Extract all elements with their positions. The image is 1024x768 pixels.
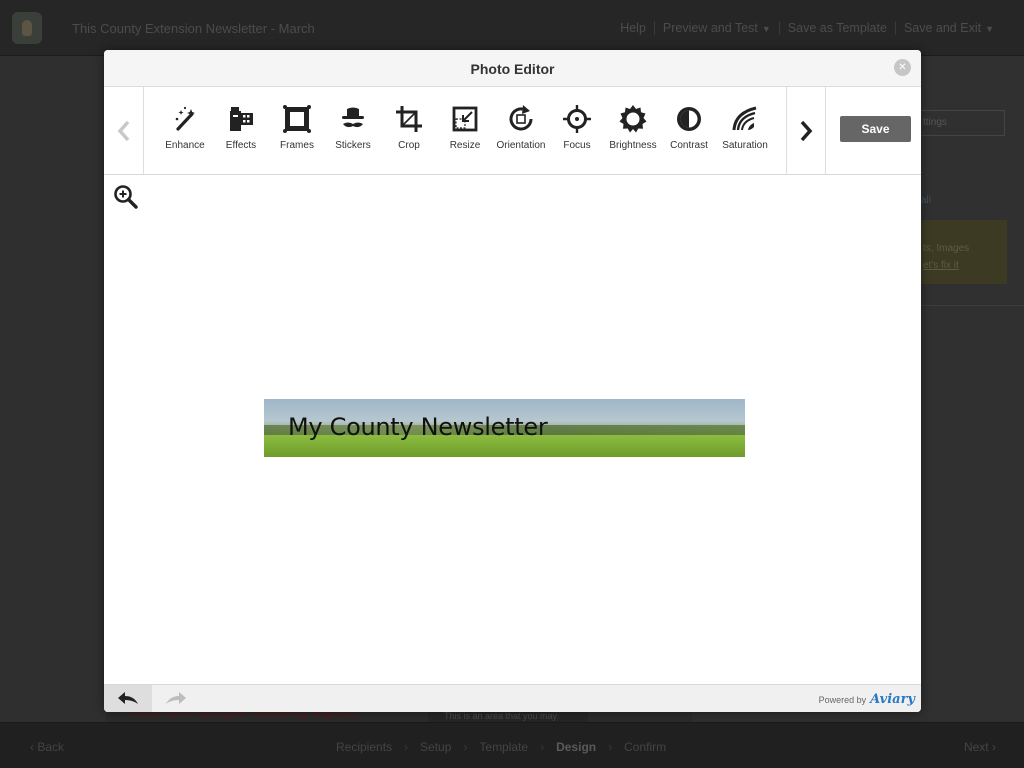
redo-icon	[166, 692, 186, 704]
save-exit-label: Save and Exit	[903, 21, 982, 35]
chevron-right-icon: ›	[463, 740, 468, 754]
settings-field[interactable]: ttings	[921, 110, 1005, 136]
app-logo[interactable]	[12, 12, 42, 44]
newsletter-banner-image: My County Newsletter	[264, 399, 745, 457]
preview-and-test-menu[interactable]: Preview and Test ▼	[653, 21, 779, 35]
modal-title: Photo Editor	[470, 61, 555, 77]
tool-label: Focus	[563, 140, 591, 151]
tool-crop[interactable]: Crop	[381, 103, 437, 159]
tool-list: Enhance Effects Frames Stickers Crop Res…	[157, 103, 779, 159]
tool-resize[interactable]: Resize	[437, 103, 493, 159]
tool-label: Resize	[449, 140, 481, 151]
wizard-bottom-bar: ‹ Back Recipients › Setup › Template › Desi…	[0, 722, 1024, 768]
tool-brightness[interactable]: Brightness	[605, 103, 661, 159]
tool-label: Enhance	[165, 140, 205, 151]
warning-box: ts, Images et's fix it	[921, 220, 1007, 284]
tool-saturation[interactable]: Saturation	[717, 103, 773, 159]
modal-footer: Powered by Aviary	[104, 684, 921, 712]
fix-it-link[interactable]: et's fix it	[923, 257, 1005, 274]
step-template[interactable]: Template	[479, 740, 528, 754]
tool-label: Stickers	[335, 140, 371, 151]
chevron-left-icon	[117, 120, 129, 141]
close-icon: ✕	[898, 62, 907, 73]
toolbar-prev-button[interactable]	[104, 87, 144, 174]
help-link[interactable]: Help	[612, 21, 654, 35]
rotate-icon	[509, 105, 533, 131]
app-topbar: This County Extension Newsletter - March…	[0, 0, 1024, 56]
powered-by: Powered by Aviary	[819, 692, 915, 707]
aviary-logo[interactable]: Aviary	[870, 692, 915, 707]
tool-focus[interactable]: Focus	[549, 103, 605, 159]
chevron-down-icon: ▼	[985, 24, 994, 34]
crop-icon	[396, 106, 422, 132]
brightness-icon	[619, 105, 647, 133]
chevron-right-icon: ›	[540, 740, 545, 754]
magic-wand-icon	[175, 106, 195, 131]
tool-label: Crop	[398, 140, 420, 151]
tool-label: Saturation	[722, 140, 768, 151]
tool-frames[interactable]: Frames	[269, 103, 325, 159]
next-label: Next	[963, 740, 989, 754]
focus-icon	[563, 105, 591, 133]
back-label: Back	[37, 740, 65, 754]
toolbar-next-button[interactable]	[786, 87, 826, 174]
editor-toolbar: Enhance Effects Frames Stickers Crop Res…	[104, 87, 921, 175]
zoom-in-button[interactable]	[112, 183, 140, 211]
frame-icon	[283, 105, 311, 133]
step-setup[interactable]: Setup	[420, 740, 451, 754]
powered-by-label: Powered by	[818, 695, 867, 705]
undo-button[interactable]	[104, 685, 152, 712]
right-settings-panel	[921, 56, 1024, 720]
tool-label: Contrast	[670, 140, 708, 151]
photo-editor-modal: Photo Editor ✕ Enhance Effects Frames St…	[104, 50, 921, 712]
sticker-icon	[342, 107, 364, 128]
saturation-icon	[732, 106, 757, 131]
step-confirm[interactable]: Confirm	[624, 740, 666, 754]
zoom-in-icon	[114, 185, 138, 209]
save-as-template-link[interactable]: Save as Template	[778, 21, 895, 35]
image-canvas[interactable]: My County Newsletter	[104, 175, 921, 684]
help-label: Help	[620, 21, 646, 35]
warning-text: ts, Images	[923, 243, 970, 254]
step-recipients[interactable]: Recipients	[336, 740, 392, 754]
tool-contrast[interactable]: Contrast	[661, 103, 717, 159]
chevron-right-icon: ›	[404, 740, 409, 754]
tool-label: Effects	[225, 140, 257, 151]
modal-header: Photo Editor ✕	[104, 50, 921, 87]
step-design[interactable]: Design	[556, 740, 596, 754]
undo-icon	[118, 692, 138, 704]
save-template-label: Save as Template	[787, 21, 887, 35]
chevron-right-icon	[800, 120, 813, 141]
save-and-exit-menu[interactable]: Save and Exit ▼	[894, 21, 1002, 35]
tool-label: Frames	[280, 140, 314, 151]
chevron-right-icon: ›	[608, 740, 613, 754]
wizard-steps: Recipients › Setup › Template › Design › Con…	[336, 740, 666, 754]
preview-label: Preview and Test	[662, 21, 758, 35]
settings-field-text: ttings	[923, 117, 947, 128]
document-title: This County Extension Newsletter - March	[72, 21, 315, 36]
resize-icon	[452, 106, 478, 132]
save-button[interactable]: Save	[840, 116, 911, 142]
tool-label: Brightness	[609, 140, 657, 151]
divider	[921, 305, 1024, 306]
top-nav: Help Preview and Test ▼ Save as Template …	[612, 21, 1002, 35]
close-button[interactable]: ✕	[894, 59, 911, 76]
tool-enhance[interactable]: Enhance	[157, 103, 213, 159]
tool-orientation[interactable]: Orientation	[493, 103, 549, 159]
chevron-down-icon: ▼	[761, 24, 771, 34]
film-icon	[230, 107, 253, 131]
contrast-icon	[677, 107, 701, 131]
tool-stickers[interactable]: Stickers	[325, 103, 381, 159]
redo-button[interactable]	[152, 685, 200, 712]
back-button[interactable]: ‹ Back	[30, 740, 64, 754]
next-button[interactable]: Next ›	[964, 740, 996, 754]
side-link[interactable]: all	[921, 195, 931, 206]
tool-effects[interactable]: Effects	[213, 103, 269, 159]
tool-label: Orientation	[496, 140, 546, 151]
banner-title: My County Newsletter	[288, 413, 548, 441]
